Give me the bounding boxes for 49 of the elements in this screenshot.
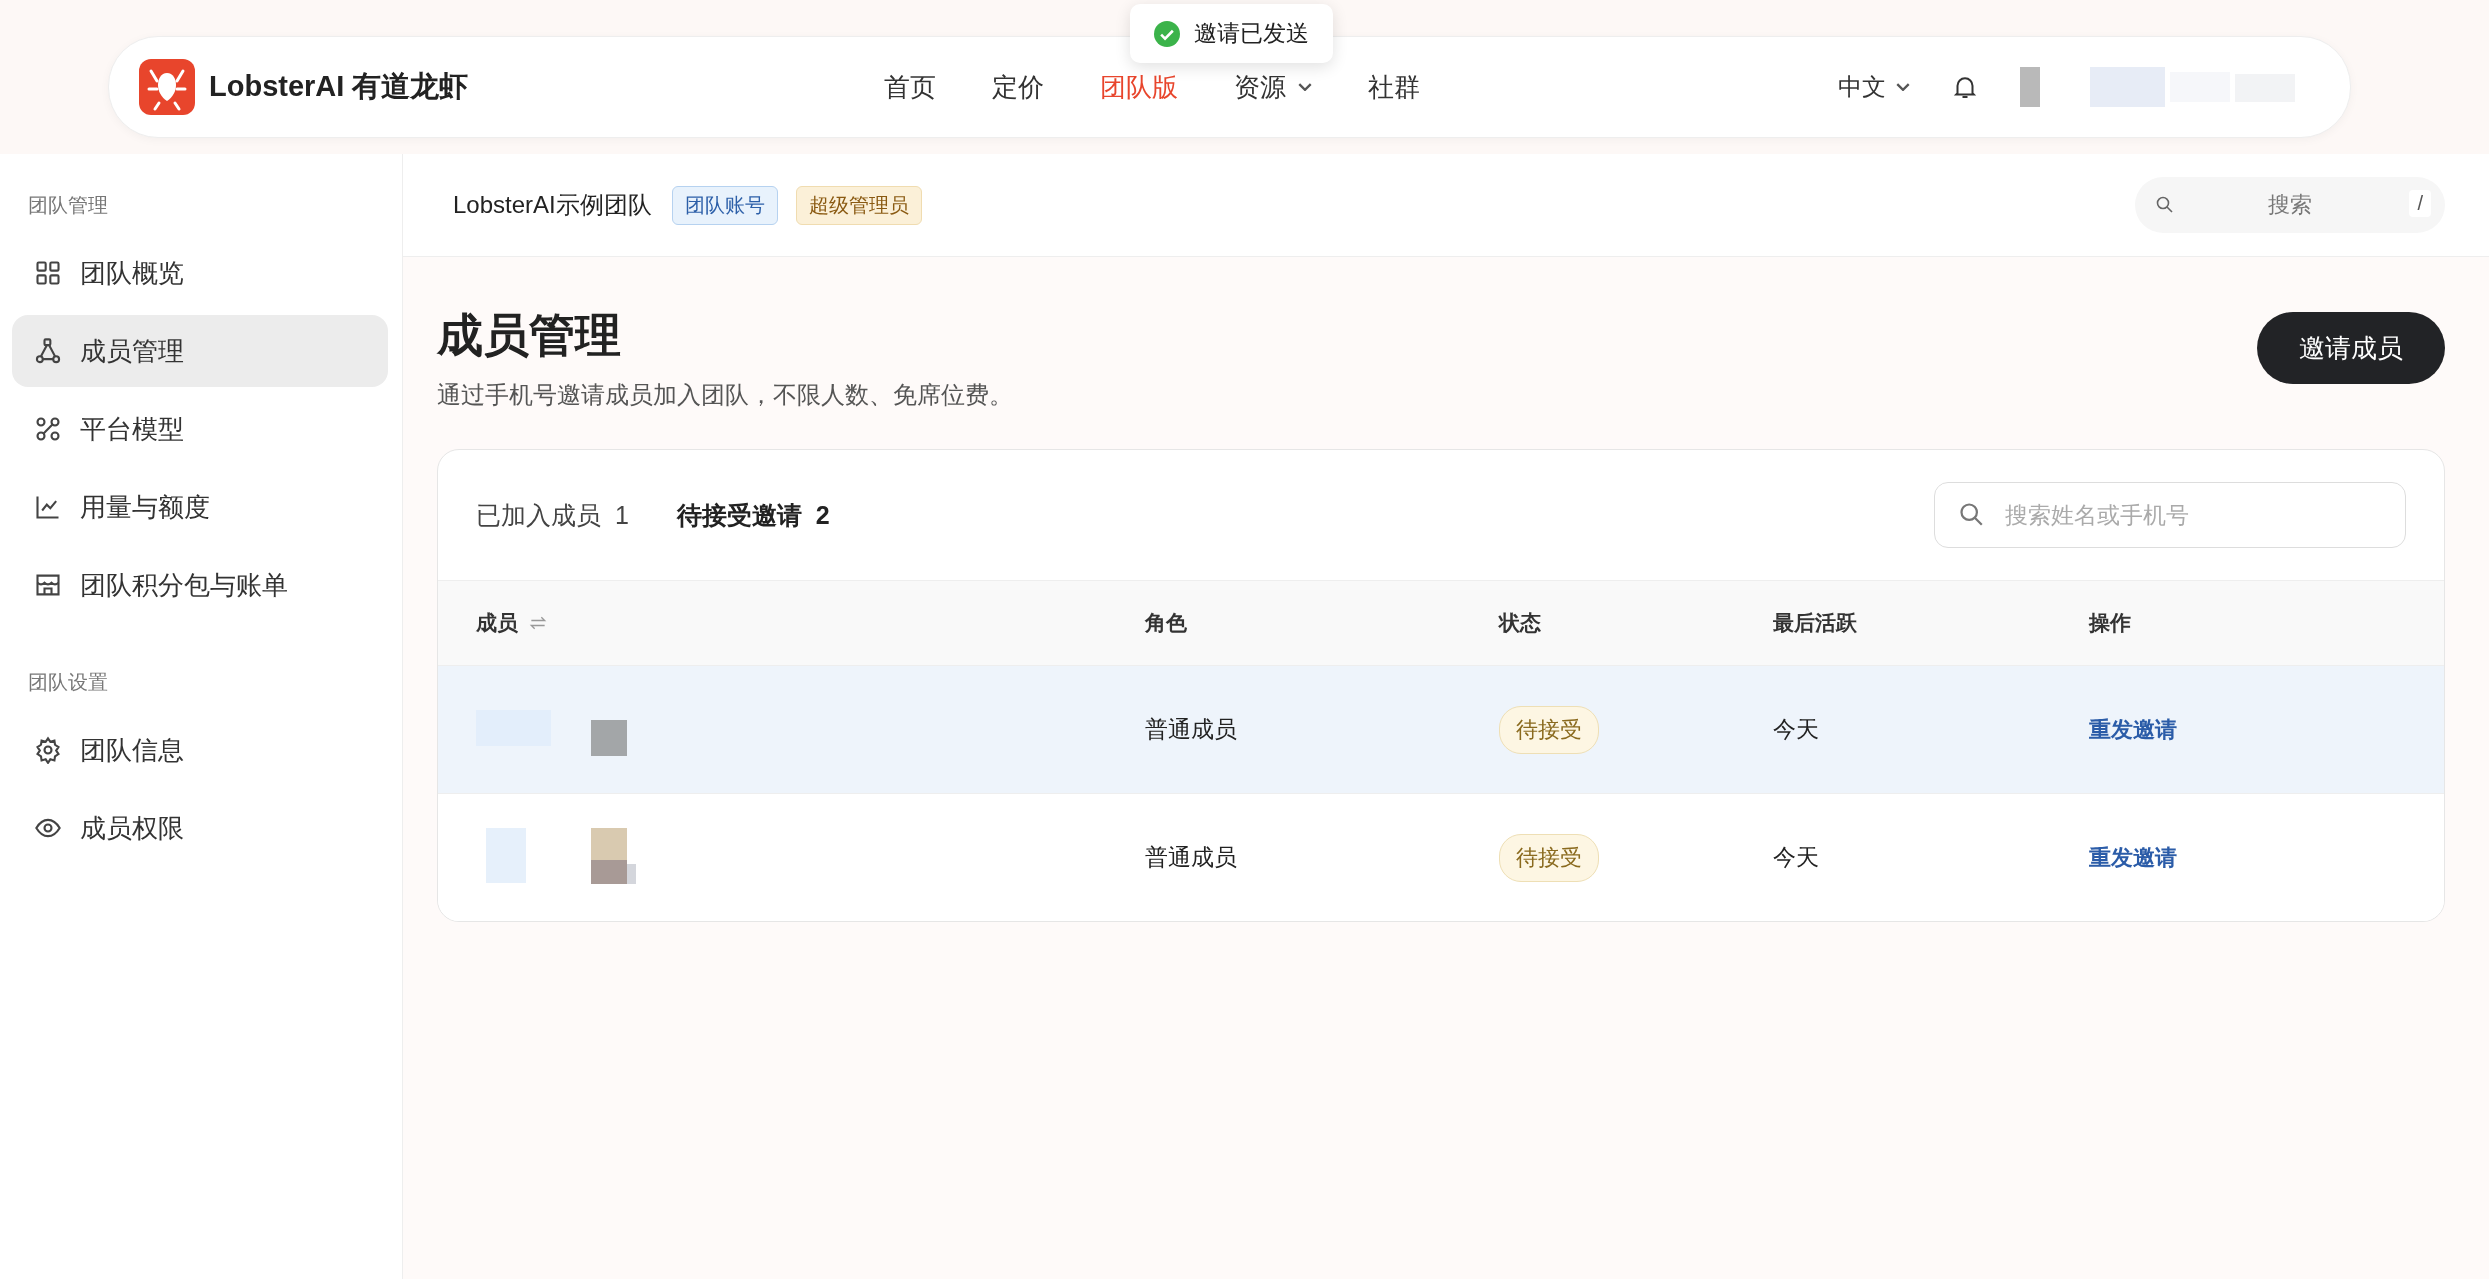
lobster-logo-icon[interactable] (139, 59, 195, 115)
nav-link[interactable]: 团队版 (1100, 69, 1178, 105)
role-text: 普通成员 (1145, 715, 1237, 744)
invite-button[interactable]: 邀请成员 (2257, 312, 2445, 384)
success-icon (1154, 20, 1180, 47)
last-active-text: 今天 (1773, 715, 1819, 744)
tab[interactable]: 已加入成员 1 (476, 498, 629, 532)
sidebar-item[interactable]: 用量与额度 (12, 471, 388, 543)
network-icon (34, 337, 62, 365)
page-subtitle: 通过手机号邀请成员加入团队，不限人数、免席位费。 (437, 380, 1013, 410)
toast-message: 邀请已发送 (1194, 19, 1309, 48)
connections-icon (34, 415, 62, 443)
language-selector[interactable]: 中文 (1838, 71, 1910, 103)
sidebar-item[interactable]: 平台模型 (12, 393, 388, 465)
badge: 超级管理员 (795, 185, 922, 225)
sidebar-item[interactable]: 团队信息 (12, 714, 388, 786)
nav-link[interactable]: 资源 (1234, 69, 1312, 105)
nav-link[interactable]: 首页 (884, 69, 936, 105)
status-badge: 待接受 (1499, 833, 1599, 882)
nav-link[interactable]: 社群 (1368, 69, 1420, 105)
column-header: 角色 (1145, 610, 1187, 636)
section-heading: 团队管理 (27, 193, 109, 218)
section-heading: 团队设置 (27, 670, 109, 695)
column-header: 操作 (2089, 610, 2131, 636)
team-name: LobsterAI示例团队 (453, 190, 652, 220)
grid-icon (34, 259, 62, 287)
column-header[interactable]: 成员 (476, 609, 518, 637)
role-text: 普通成员 (1145, 843, 1237, 872)
sidebar-item[interactable]: 成员管理 (12, 315, 388, 387)
last-active-text: 今天 (1773, 843, 1819, 872)
sidebar-item[interactable]: 团队概览 (12, 237, 388, 309)
settings-icon (34, 736, 62, 764)
page-title: 成员管理 (437, 308, 622, 363)
search-icon (2155, 195, 2175, 215)
status-badge: 待接受 (1499, 705, 1599, 754)
badge: 团队账号 (671, 185, 778, 225)
caret-icon (1298, 83, 1312, 91)
caret-icon (1896, 83, 1910, 91)
column-header: 状态 (1499, 610, 1541, 636)
member-search-field[interactable]: 搜索姓名或手机号 (1934, 482, 2406, 548)
tab[interactable]: 待接受邀请 2 (676, 498, 830, 532)
column-header: 最后活跃 (1773, 610, 1857, 636)
nav-link[interactable]: 定价 (992, 69, 1044, 105)
resend-invite-link[interactable]: 重发邀请 (2089, 842, 2177, 873)
sidebar-item[interactable]: 成员权限 (12, 792, 388, 864)
shortcut-key: / (2409, 190, 2431, 217)
resend-invite-link[interactable]: 重发邀请 (2089, 714, 2177, 745)
sidebar-item[interactable]: 团队积分包与账单 (12, 549, 388, 621)
brand-name[interactable]: LobsterAI 有道龙虾 (209, 67, 469, 107)
